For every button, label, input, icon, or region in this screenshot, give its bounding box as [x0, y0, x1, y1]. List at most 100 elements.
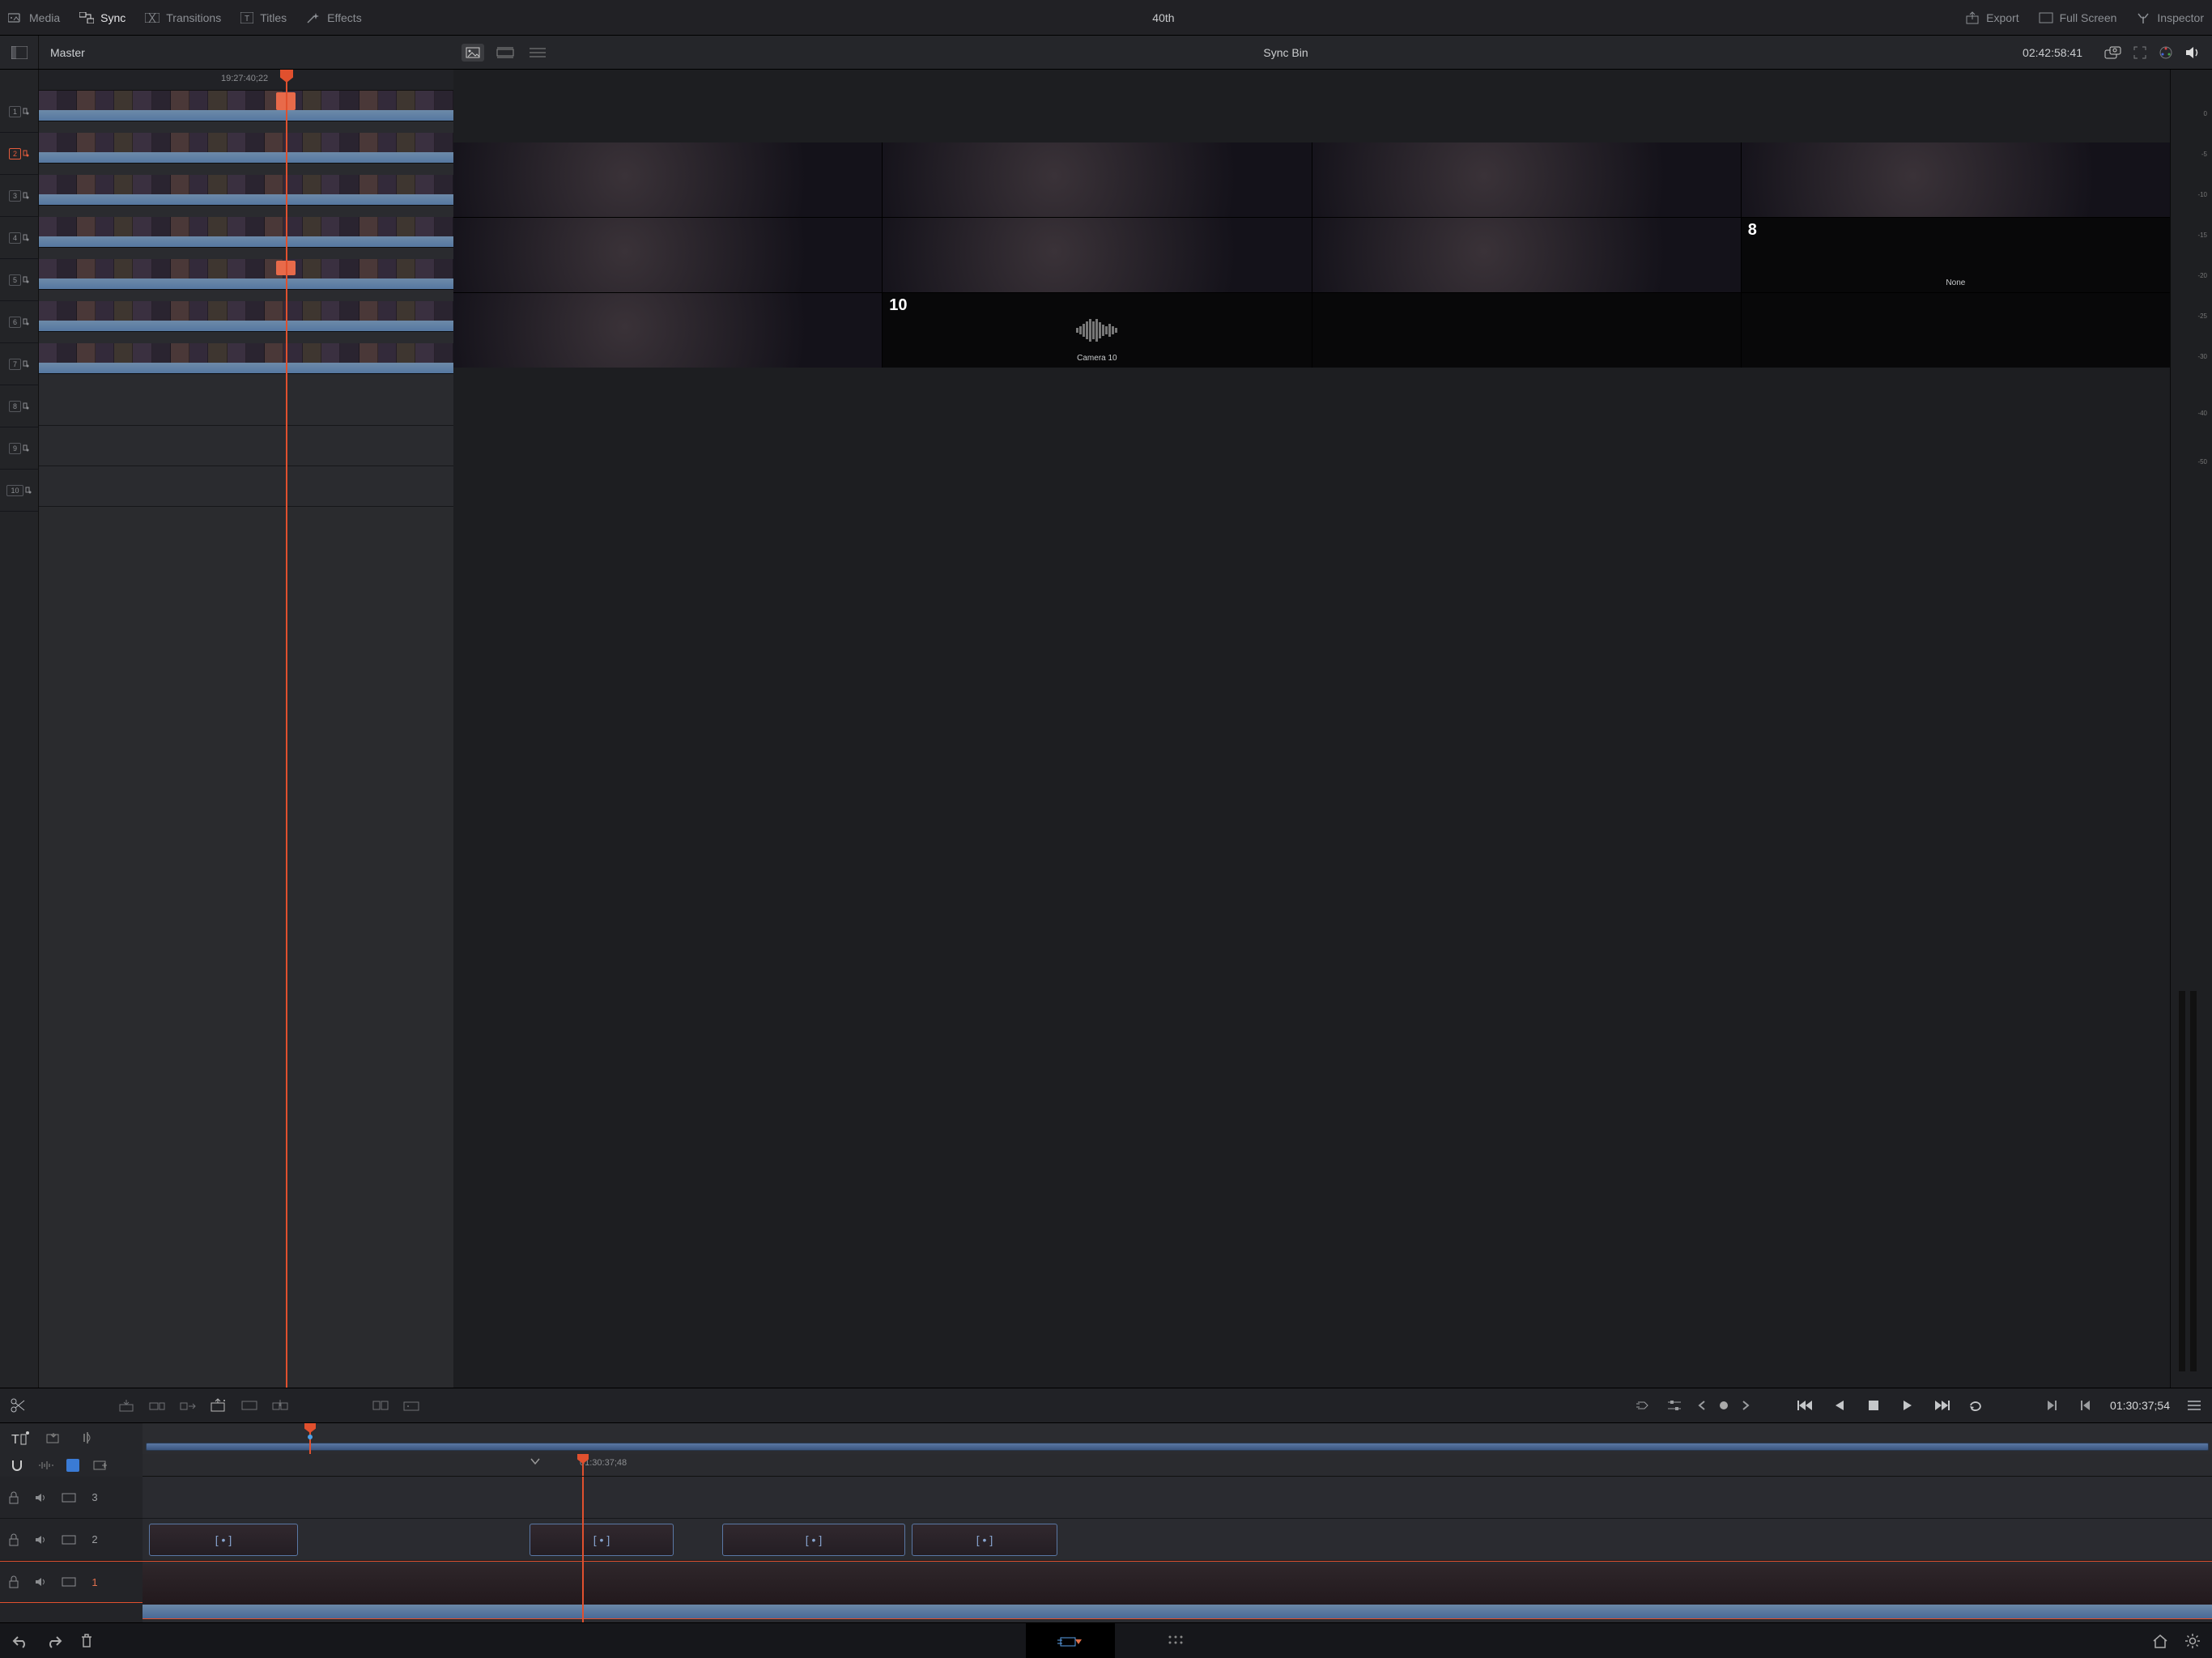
goto-end-button[interactable] [1932, 1396, 1951, 1415]
timeline-playhead[interactable] [582, 1454, 584, 1476]
chevron-down-icon[interactable] [530, 1457, 541, 1465]
place-on-top-button[interactable] [240, 1396, 259, 1415]
tab-sync[interactable]: Sync [79, 11, 125, 24]
viewer-timecode[interactable]: 02:42:58:41 [2013, 46, 2092, 59]
multiview-cell-1[interactable]: 1Camera 1 [453, 142, 882, 217]
source-clip-strip-7[interactable] [39, 343, 453, 374]
smart-insert-button[interactable] [117, 1396, 136, 1415]
bin-sidebar-toggle[interactable] [0, 36, 39, 69]
multiview-cell-3[interactable]: 3Camera 3 [1312, 142, 1741, 217]
audio-only-button[interactable] [79, 1431, 96, 1447]
inspector-button[interactable]: Inspector [2136, 11, 2204, 24]
page-edit[interactable] [1131, 1623, 1220, 1658]
prev-edit-button[interactable] [1692, 1396, 1712, 1415]
timeline-body[interactable]: [ • ][ • ][ • ][ • ] [143, 1477, 2212, 1622]
delete-button[interactable] [79, 1633, 94, 1649]
source-track-selector-5[interactable]: 5 [0, 259, 38, 301]
multiview-cell-10[interactable]: 10Camera 10 [883, 293, 1311, 368]
multiview-cell-2[interactable]: 2Camera 2 [883, 142, 1311, 217]
append-button[interactable] [147, 1396, 167, 1415]
undo-button[interactable] [11, 1634, 29, 1648]
prev-clip-button[interactable] [2076, 1396, 2095, 1415]
track-lock-3[interactable] [0, 1491, 28, 1504]
fullscreen-button[interactable]: Full Screen [2039, 11, 2117, 24]
source-clip-strip-6[interactable] [39, 301, 453, 332]
tab-transitions[interactable]: Transitions [145, 11, 221, 24]
audio-trim-button[interactable] [37, 1460, 53, 1471]
timeline-clip[interactable]: [ • ] [149, 1524, 298, 1556]
source-playhead[interactable] [286, 70, 287, 1388]
cut-tool[interactable] [402, 1396, 421, 1415]
track-mute-3[interactable] [28, 1492, 55, 1503]
source-track-selector-10[interactable]: 10 [0, 470, 38, 512]
overview-playhead[interactable] [309, 1423, 311, 1454]
ripple-button[interactable] [178, 1396, 198, 1415]
track-mute-2[interactable] [28, 1534, 55, 1545]
track-lock-2[interactable] [0, 1533, 28, 1546]
export-button[interactable]: Export [1965, 11, 2018, 24]
settings-button[interactable] [2184, 1633, 2201, 1649]
timeline-clip[interactable]: [ • ] [912, 1524, 1057, 1556]
timeline-overview-ruler[interactable] [143, 1423, 2212, 1454]
play-reverse-button[interactable] [1830, 1396, 1849, 1415]
overview-range-bar[interactable] [146, 1443, 2209, 1451]
track-number-label[interactable]: 2 [83, 1533, 107, 1545]
source-track-selector-9[interactable]: 9 [0, 427, 38, 470]
timeline-ruler[interactable]: 01:30:37;48 [143, 1454, 2212, 1477]
dual-viewer-button[interactable] [2104, 46, 2121, 59]
play-button[interactable] [1898, 1396, 1917, 1415]
tools-button[interactable] [1665, 1396, 1684, 1415]
home-button[interactable] [2152, 1634, 2168, 1648]
source-overwrite-button[interactable] [270, 1396, 290, 1415]
track-video-2[interactable] [55, 1535, 83, 1545]
flag-button[interactable] [92, 1460, 108, 1471]
track-mute-1[interactable] [28, 1576, 55, 1588]
next-edit-button[interactable] [1736, 1396, 1755, 1415]
source-ruler[interactable]: 19:27:40;22 [39, 70, 453, 91]
track-video-1[interactable] [55, 1577, 83, 1587]
marker-button[interactable] [66, 1459, 79, 1472]
source-clip-strip-1[interactable] [39, 91, 453, 121]
multiview-cell-5[interactable]: 5Camera 5 [453, 218, 882, 292]
source-track-selector-4[interactable]: 4 [0, 217, 38, 259]
multiview-cell-9[interactable]: 9Camera 9 [453, 293, 882, 368]
view-thumbnails-button[interactable] [462, 44, 484, 62]
safe-area-button[interactable] [2133, 45, 2147, 60]
tab-effects[interactable]: Effects [306, 11, 362, 24]
source-tape-area[interactable]: 19:27:40;22 [39, 70, 453, 1388]
view-strip-button[interactable] [494, 44, 517, 62]
track-v3-lane[interactable] [143, 1477, 2212, 1519]
multiview-cell-8[interactable]: 8None [1742, 218, 2170, 292]
multiview-cell-4[interactable]: 4Camera 4 [1742, 142, 2170, 217]
source-clip-strip-5[interactable] [39, 259, 453, 290]
view-list-button[interactable] [526, 44, 549, 62]
source-track-selector-8[interactable]: 8 [0, 385, 38, 427]
tab-titles[interactable]: T Titles [240, 11, 287, 24]
scopes-button[interactable] [2159, 45, 2173, 60]
tab-media[interactable]: Media [8, 11, 60, 24]
loop-button[interactable] [1966, 1396, 1985, 1415]
trim-mode-button[interactable]: T [10, 1430, 29, 1448]
track-video-3[interactable] [55, 1493, 83, 1503]
source-track-selector-2[interactable]: 2 [0, 133, 38, 175]
timeline-body-playhead[interactable] [582, 1477, 584, 1622]
track-number-label[interactable]: 1 [83, 1576, 107, 1588]
source-clip-strip-4[interactable] [39, 217, 453, 248]
track-v2-lane[interactable]: [ • ][ • ][ • ][ • ] [143, 1519, 2212, 1561]
split-tool[interactable] [8, 1396, 28, 1415]
mute-button[interactable] [2184, 45, 2201, 60]
video-only-button[interactable] [45, 1431, 63, 1446]
track-number-label[interactable]: 3 [83, 1491, 107, 1503]
snap-button[interactable] [10, 1458, 24, 1473]
source-track-selector-7[interactable]: 7 [0, 343, 38, 385]
multiview-cell-7[interactable]: 7Camera 7 [1312, 218, 1741, 292]
redo-button[interactable] [45, 1634, 63, 1648]
source-track-selector-1[interactable]: 1 [0, 91, 38, 133]
stabilize-button[interactable] [1634, 1396, 1653, 1415]
track-lock-1[interactable] [0, 1575, 28, 1588]
transition-tool[interactable] [371, 1396, 390, 1415]
timeline-clip[interactable]: [ • ] [722, 1524, 905, 1556]
multiview-cell-6[interactable]: 6Camera 6 [883, 218, 1311, 292]
bin-path[interactable]: Master [39, 46, 452, 59]
timeline-menu-button[interactable] [2184, 1396, 2204, 1415]
